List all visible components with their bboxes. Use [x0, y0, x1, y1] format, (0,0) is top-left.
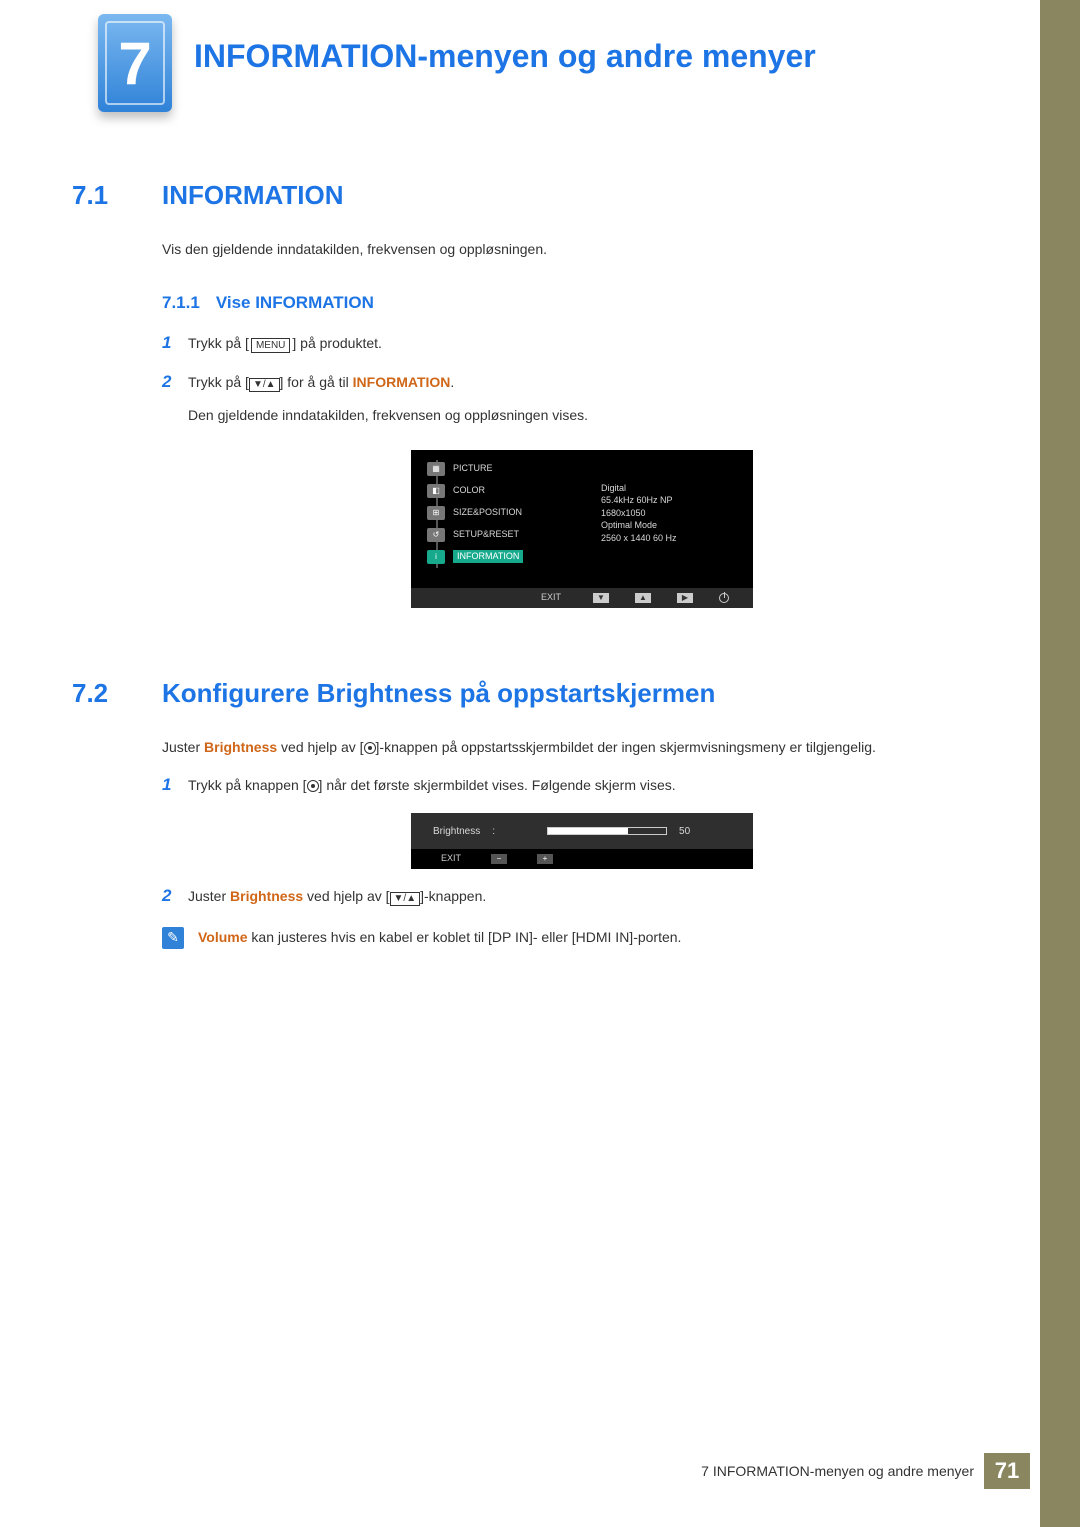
- section-heading-7-2: 7.2 Konfigurere Brightness på oppstartsk…: [72, 678, 1002, 709]
- up-arrow-icon: ▲: [635, 593, 651, 603]
- osd-screenshot-information: ▦ PICTURE ◧ COLOR ⊞ SIZE&POSITION ↺ SETUP&RE…: [411, 450, 753, 608]
- chapter-number: 7: [105, 21, 165, 105]
- minus-icon: −: [491, 854, 507, 864]
- step-number: 2: [162, 369, 178, 395]
- picture-icon: ▦: [427, 462, 445, 476]
- osd-menu-item-selected: INFORMATION: [453, 550, 523, 564]
- plus-icon: +: [537, 854, 553, 864]
- osd-screenshot-brightness: Brightness : 50 EXIT − +: [411, 813, 753, 869]
- osd-bottom-bar: EXIT − +: [411, 849, 753, 869]
- step-number: 2: [162, 883, 178, 909]
- section-heading-7-1: 7.1 INFORMATION: [72, 180, 1002, 211]
- section-title: INFORMATION: [162, 180, 344, 211]
- osd-menu-item: COLOR: [453, 484, 485, 498]
- jog-button-icon: [307, 780, 319, 792]
- step-number: 1: [162, 330, 178, 356]
- setup-reset-icon: ↺: [427, 528, 445, 542]
- down-up-arrow-icon: ▼/▲: [249, 378, 280, 392]
- page-footer: 7 INFORMATION-menyen og andre menyer 71: [701, 1453, 1030, 1489]
- osd-exit-label: EXIT: [541, 591, 561, 605]
- step-7-1-1-1: 1 Trykk på [MENU] på produktet.: [162, 330, 1002, 356]
- step-text: Juster Brightness ved hjelp av [▼/▲]-kna…: [188, 886, 486, 907]
- subsection-heading-7-1-1: 7.1.1 Vise INFORMATION: [162, 290, 1002, 316]
- section-number: 7.2: [72, 678, 144, 709]
- osd-exit-label: EXIT: [441, 852, 461, 866]
- osd-menu-item: SETUP&RESET: [453, 528, 519, 542]
- information-icon: i: [427, 550, 445, 564]
- size-position-icon: ⊞: [427, 506, 445, 520]
- subsection-number: 7.1.1: [162, 290, 200, 316]
- down-up-arrow-icon: ▼/▲: [390, 892, 421, 906]
- step-text: Trykk på knappen [] når det første skjer…: [188, 775, 676, 796]
- chapter-title: INFORMATION-menyen og andre menyer: [194, 38, 816, 75]
- osd-info-block: Digital 65.4kHz 60Hz NP 1680x1050 Optima…: [601, 482, 677, 545]
- menu-key-icon: MENU: [251, 338, 290, 353]
- osd-brightness-value: 50: [679, 824, 690, 839]
- page-sidebar: [1040, 0, 1080, 1527]
- step-text: Trykk på [MENU] på produktet.: [188, 333, 382, 354]
- chapter-badge: 7: [98, 14, 172, 112]
- note-row: ✎ Volume kan justeres hvis en kabel er k…: [162, 927, 1002, 949]
- step-7-2-1: 1 Trykk på knappen [] når det første skj…: [162, 772, 1002, 798]
- section-title: Konfigurere Brightness på oppstartskjerm…: [162, 678, 715, 709]
- osd-bottom-bar: EXIT ▼ ▲ ▶: [411, 588, 753, 608]
- step-7-2-2: 2 Juster Brightness ved hjelp av [▼/▲]-k…: [162, 883, 1002, 909]
- footer-chapter-label: 7 INFORMATION-menyen og andre menyer: [701, 1463, 974, 1479]
- jog-button-icon: [364, 742, 376, 754]
- osd-brightness-label: Brightness: [433, 824, 480, 839]
- down-arrow-icon: ▼: [593, 593, 609, 603]
- step-text: Trykk på [▼/▲] for å gå til INFORMATION.: [188, 372, 454, 393]
- note-text: Volume kan justeres hvis en kabel er kob…: [198, 927, 681, 948]
- note-icon: ✎: [162, 927, 184, 949]
- section-intro: Vis den gjeldende inndatakilden, frekven…: [162, 239, 1002, 260]
- osd-menu-item: SIZE&POSITION: [453, 506, 522, 520]
- subsection-title: Vise INFORMATION: [216, 290, 374, 316]
- osd-slider-bar: [547, 827, 667, 835]
- color-icon: ◧: [427, 484, 445, 498]
- step-note: Den gjeldende inndatakilden, frekvensen …: [188, 405, 1002, 426]
- osd-menu-item: PICTURE: [453, 462, 493, 476]
- power-icon: [719, 593, 729, 603]
- footer-page-number: 71: [984, 1453, 1030, 1489]
- step-number: 1: [162, 772, 178, 798]
- step-7-1-1-2: 2 Trykk på [▼/▲] for å gå til INFORMATIO…: [162, 369, 1002, 395]
- section-paragraph: Juster Brightness ved hjelp av []-knappe…: [162, 737, 1002, 758]
- section-number: 7.1: [72, 180, 144, 211]
- play-icon: ▶: [677, 593, 693, 603]
